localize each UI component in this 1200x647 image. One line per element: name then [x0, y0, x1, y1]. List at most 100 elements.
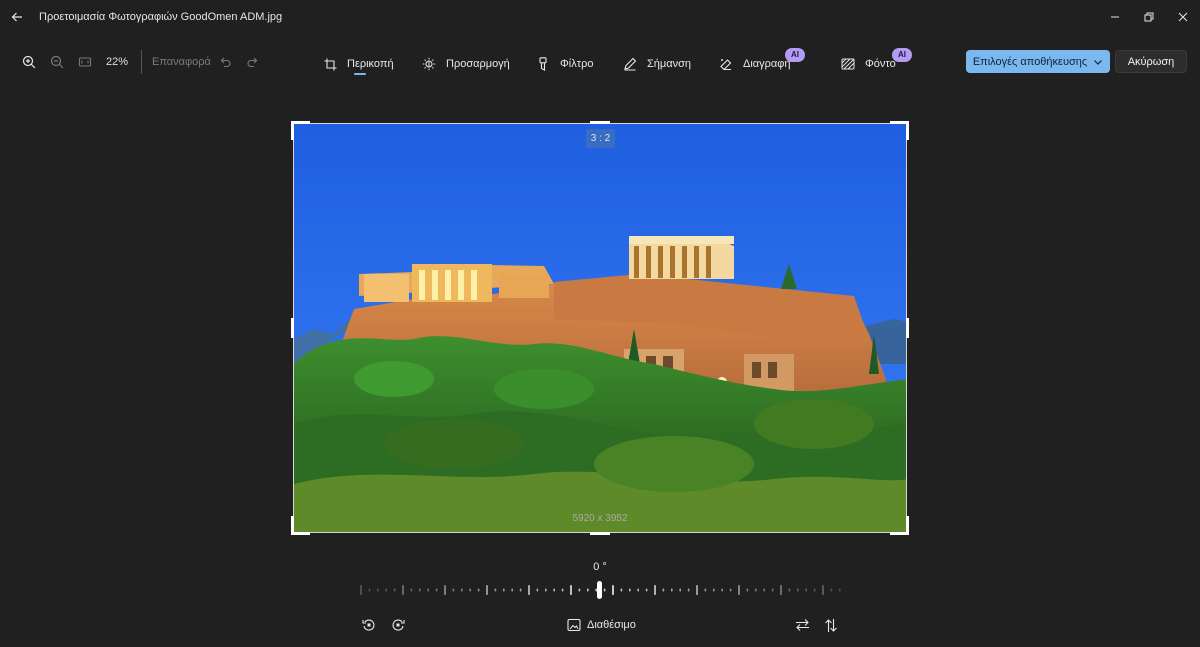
acropolis-photo	[294, 124, 906, 532]
window-title: Προετοιμασία Φωτογραφιών GoodOmen ADM.jp…	[39, 11, 283, 23]
dial-major-tick	[570, 585, 572, 595]
dial-minor-tick	[805, 588, 807, 592]
dial-major-tick	[780, 585, 782, 595]
dial-minor-tick	[645, 588, 648, 592]
close-button[interactable]	[1166, 0, 1200, 34]
aspect-ratio-badge[interactable]: 3 : 2	[586, 129, 615, 148]
dial-major-tick	[654, 585, 656, 595]
chevron-down-icon	[1094, 59, 1103, 65]
redo-button[interactable]	[243, 52, 263, 72]
image-dimensions: 5920 x 3952	[572, 513, 628, 524]
crop-handle-left[interactable]	[291, 318, 294, 338]
close-icon	[1178, 12, 1188, 22]
cancel-button[interactable]: Ακύρωση	[1115, 50, 1187, 73]
dial-minor-tick	[713, 588, 715, 592]
rotate-left-icon	[362, 619, 375, 631]
dial-minor-tick	[788, 588, 791, 592]
zoom-out-button[interactable]	[47, 52, 67, 72]
dial-minor-tick	[477, 588, 480, 592]
active-tab-indicator	[354, 73, 366, 75]
tab-erase-label: Διαγραφή	[743, 58, 791, 70]
dial-minor-tick	[671, 588, 673, 592]
tab-background[interactable]: Φόντο	[840, 50, 896, 78]
dial-major-tick	[444, 585, 446, 595]
undo-button[interactable]	[215, 52, 235, 72]
dial-minor-tick	[839, 588, 841, 592]
dial-minor-tick	[662, 588, 665, 592]
zoom-level[interactable]: 22%	[106, 56, 128, 68]
photo-crop-area[interactable]	[293, 123, 907, 533]
tab-adjust[interactable]: Προσαρμογή	[421, 50, 510, 78]
dial-minor-tick	[427, 588, 429, 592]
rotation-dial-knob[interactable]	[597, 581, 602, 599]
dial-minor-tick	[503, 588, 505, 592]
dial-minor-tick	[755, 588, 757, 592]
tab-erase[interactable]: Διαγραφή	[718, 50, 791, 78]
rotation-angle: 0 °	[593, 561, 607, 573]
restore-icon	[1144, 12, 1154, 22]
zoom-out-icon	[50, 55, 64, 69]
reset-button[interactable]: Επαναφορά	[152, 56, 211, 68]
toolbar-divider	[141, 50, 142, 74]
crop-handle-bottom[interactable]	[590, 532, 610, 535]
dial-minor-tick	[771, 588, 774, 592]
filter-icon	[535, 56, 551, 72]
dial-minor-tick	[553, 588, 555, 592]
zoom-in-icon	[22, 55, 36, 69]
brightness-icon	[421, 56, 437, 72]
tab-markup-label: Σήμανση	[647, 58, 692, 70]
rotate-left-button[interactable]	[359, 615, 379, 635]
tab-adjust-label: Προσαρμογή	[446, 58, 510, 70]
tab-markup[interactable]: Σήμανση	[622, 50, 691, 78]
dial-minor-tick	[578, 588, 581, 592]
dial-minor-tick	[519, 588, 522, 592]
tab-crop-label: Περικοπή	[347, 58, 394, 70]
dial-major-tick	[738, 585, 740, 595]
tab-filter[interactable]: Φίλτρο	[535, 50, 593, 78]
ai-badge-erase: AI	[785, 48, 805, 62]
dial-minor-tick	[587, 588, 589, 592]
erase-icon	[718, 56, 734, 72]
dial-minor-tick	[494, 588, 497, 592]
crop-icon	[322, 56, 338, 72]
minimize-icon	[1111, 16, 1119, 18]
aspect-ratio-free-button[interactable]: Διαθέσιμο	[567, 615, 636, 635]
flip-vertical-button[interactable]	[821, 615, 841, 635]
back-button[interactable]	[0, 0, 34, 34]
window-controls	[1098, 0, 1200, 34]
tab-filter-label: Φίλτρο	[560, 58, 594, 70]
dial-minor-tick	[830, 588, 833, 592]
title-bar: Προετοιμασία Φωτογραφιών GoodOmen ADM.jp…	[0, 0, 1200, 34]
flip-horizontal-icon	[795, 619, 809, 631]
dial-minor-tick	[721, 588, 723, 592]
zoom-in-button[interactable]	[19, 52, 39, 72]
restore-button[interactable]	[1132, 0, 1166, 34]
save-options-label: Επιλογές αποθήκευσης	[972, 55, 1088, 68]
dial-major-tick	[612, 585, 614, 595]
dial-major-tick	[696, 585, 698, 595]
dial-major-tick	[822, 585, 824, 595]
rotate-right-button[interactable]	[388, 615, 408, 635]
minimize-button[interactable]	[1098, 0, 1132, 34]
markup-pen-icon	[622, 56, 638, 72]
dial-major-tick	[486, 585, 488, 595]
dial-minor-tick	[435, 588, 438, 592]
crop-handle-right[interactable]	[906, 318, 909, 338]
ai-badge-background: AI	[892, 48, 912, 62]
rotate-right-icon	[392, 619, 405, 631]
save-options-button[interactable]: Επιλογές αποθήκευσης	[966, 50, 1110, 73]
fit-to-window-button[interactable]	[75, 52, 95, 72]
flip-horizontal-button[interactable]	[792, 615, 812, 635]
dial-minor-tick	[368, 588, 371, 592]
dial-minor-tick	[393, 588, 396, 592]
flip-vertical-icon	[825, 618, 837, 632]
dial-minor-tick	[763, 588, 765, 592]
crop-handle-top[interactable]	[590, 121, 610, 124]
dial-major-tick	[402, 585, 404, 595]
redo-icon	[247, 57, 258, 68]
dial-minor-tick	[469, 588, 471, 592]
dial-minor-tick	[461, 588, 463, 592]
tab-background-label: Φόντο	[865, 58, 896, 70]
dial-minor-tick	[511, 588, 513, 592]
dial-minor-tick	[729, 588, 732, 592]
